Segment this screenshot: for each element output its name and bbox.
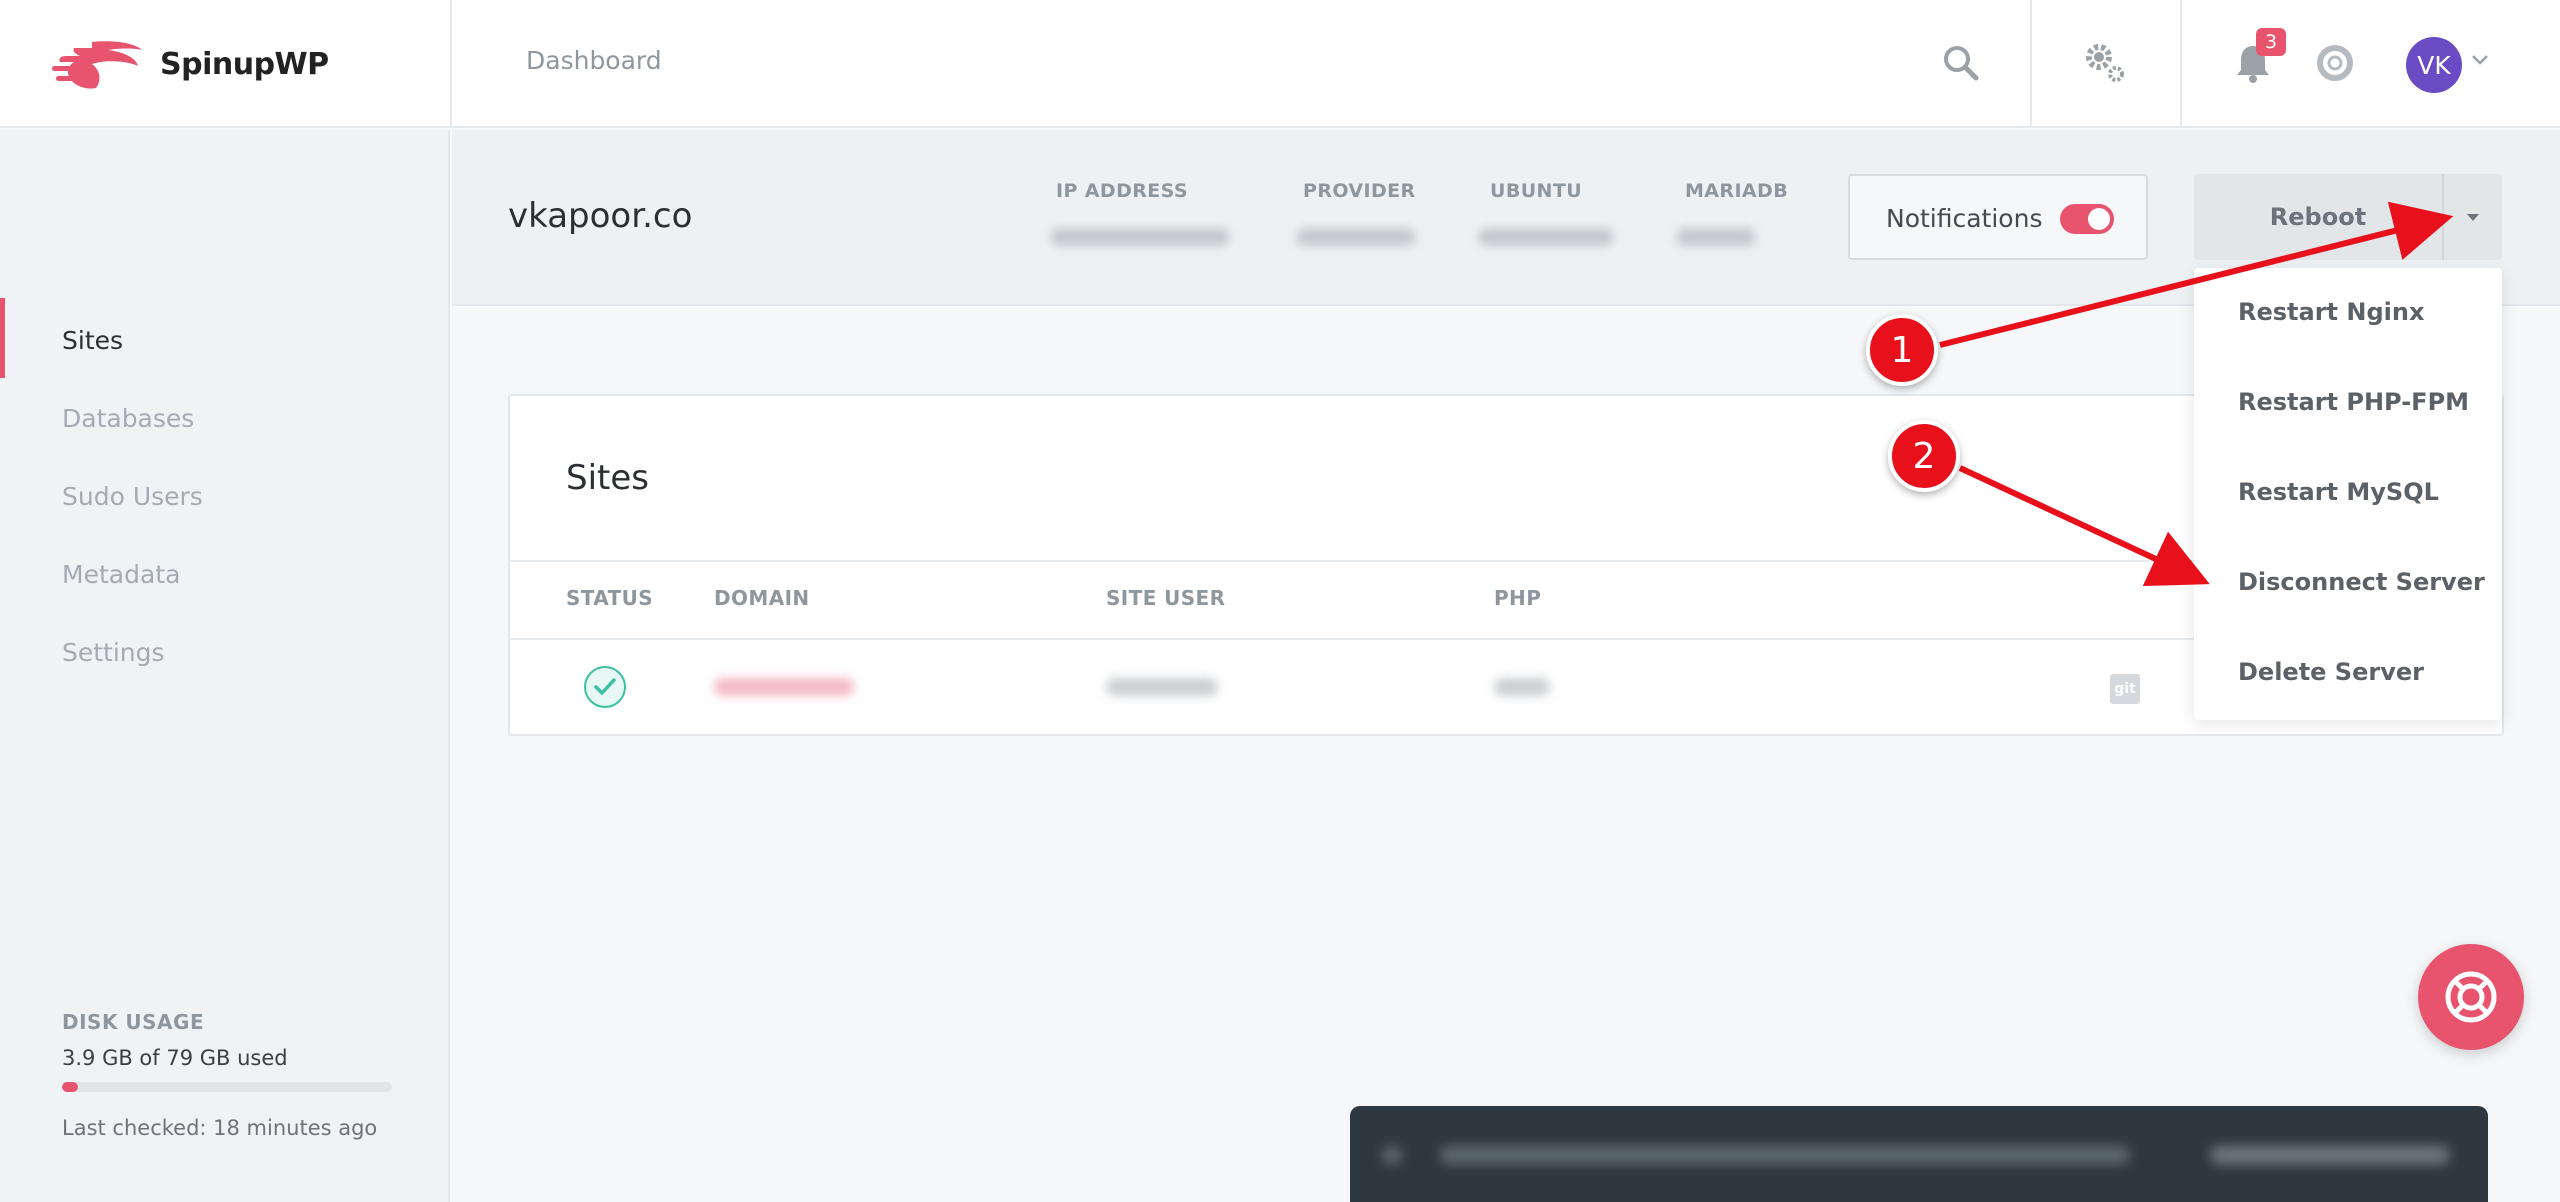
meta-label-mariadb: MARIADB — [1685, 180, 1789, 202]
help-lifebuoy-icon[interactable] — [2312, 40, 2358, 86]
brand-name: SpinupWP — [160, 46, 329, 82]
menu-item-restart-mysql[interactable]: Restart MySQL — [2238, 478, 2439, 506]
provider-value-redacted — [1296, 228, 1416, 246]
search-icon[interactable] — [1938, 40, 1984, 86]
annotation-callout-2: 2 — [1888, 420, 1960, 492]
meta-label-provider: PROVIDER — [1303, 180, 1416, 202]
column-header-php: PHP — [1494, 586, 1542, 610]
status-ok-icon — [584, 666, 626, 708]
banner-icon-redacted — [1382, 1146, 1402, 1164]
notification-count-badge: 3 — [2256, 28, 2286, 56]
top-bar: SpinupWP Dashboard 3 VK — [0, 0, 2560, 128]
settings-gear-icon[interactable] — [2082, 40, 2128, 86]
lifebuoy-icon — [2445, 971, 2497, 1023]
disk-usage-title: DISK USAGE — [62, 1010, 205, 1034]
topbar-divider — [2180, 0, 2182, 128]
reboot-dropdown-toggle[interactable] — [2442, 174, 2502, 260]
ip-address-value-redacted — [1050, 228, 1230, 246]
topbar-divider — [450, 0, 452, 128]
sidebar-item-metadata[interactable]: Metadata — [62, 560, 180, 589]
server-name: vkapoor.co — [508, 196, 693, 236]
spinupwp-logo[interactable]: SpinupWP — [52, 36, 329, 92]
notifications-toggle-box[interactable]: Notifications — [1848, 174, 2148, 260]
column-header-site-user: SITE USER — [1106, 586, 1226, 610]
sidebar-active-indicator — [0, 298, 5, 378]
annotation-callout-1: 1 — [1866, 314, 1938, 386]
bottom-notice-banner — [1350, 1106, 2488, 1202]
disk-usage-bar — [62, 1082, 392, 1092]
site-user-value-redacted — [1106, 678, 1218, 696]
sites-card-title: Sites — [566, 458, 649, 498]
topbar-divider — [2030, 0, 2032, 128]
git-icon[interactable]: git — [2110, 674, 2140, 704]
menu-item-restart-nginx[interactable]: Restart Nginx — [2238, 298, 2424, 326]
php-version-value-redacted — [1494, 678, 1550, 696]
menu-item-disconnect-server[interactable]: Disconnect Server — [2238, 568, 2485, 596]
ubuntu-value-redacted — [1478, 228, 1614, 246]
dashboard-link[interactable]: Dashboard — [526, 46, 662, 75]
notifications-toggle[interactable] — [2060, 204, 2114, 234]
sidebar: Sites Databases Sudo Users Metadata Sett… — [0, 130, 450, 1202]
disk-last-checked: Last checked: 18 minutes ago — [62, 1116, 378, 1140]
notifications-label: Notifications — [1886, 204, 2043, 233]
chevron-down-icon[interactable] — [2470, 52, 2490, 71]
reboot-dropdown-menu: Restart Nginx Restart PHP-FPM Restart My… — [2194, 268, 2502, 720]
disk-usage-fill — [62, 1082, 79, 1092]
sidebar-item-databases[interactable]: Databases — [62, 404, 194, 433]
menu-item-restart-php-fpm[interactable]: Restart PHP-FPM — [2238, 388, 2469, 416]
help-chat-button[interactable] — [2418, 944, 2524, 1050]
meta-label-ip-address: IP ADDRESS — [1056, 180, 1188, 202]
spinupwp-logo-icon — [52, 41, 142, 89]
meta-label-ubuntu: UBUNTU — [1490, 180, 1583, 202]
sidebar-item-settings[interactable]: Settings — [62, 638, 165, 667]
caret-down-icon — [2467, 214, 2479, 221]
reboot-button[interactable]: Reboot — [2194, 174, 2442, 260]
user-avatar[interactable]: VK — [2406, 37, 2462, 93]
sidebar-item-sudo-users[interactable]: Sudo Users — [62, 482, 203, 511]
mariadb-value-redacted — [1676, 228, 1756, 246]
disk-usage-text: 3.9 GB of 79 GB used — [62, 1046, 288, 1070]
toggle-knob — [2088, 208, 2110, 230]
column-header-status: STATUS — [566, 586, 654, 610]
column-header-domain: DOMAIN — [714, 586, 810, 610]
sidebar-item-sites[interactable]: Sites — [62, 326, 123, 355]
menu-item-delete-server[interactable]: Delete Server — [2238, 658, 2424, 686]
banner-text-redacted — [1440, 1146, 2130, 1164]
banner-action-redacted[interactable] — [2210, 1146, 2450, 1164]
domain-value-redacted[interactable] — [714, 678, 854, 696]
